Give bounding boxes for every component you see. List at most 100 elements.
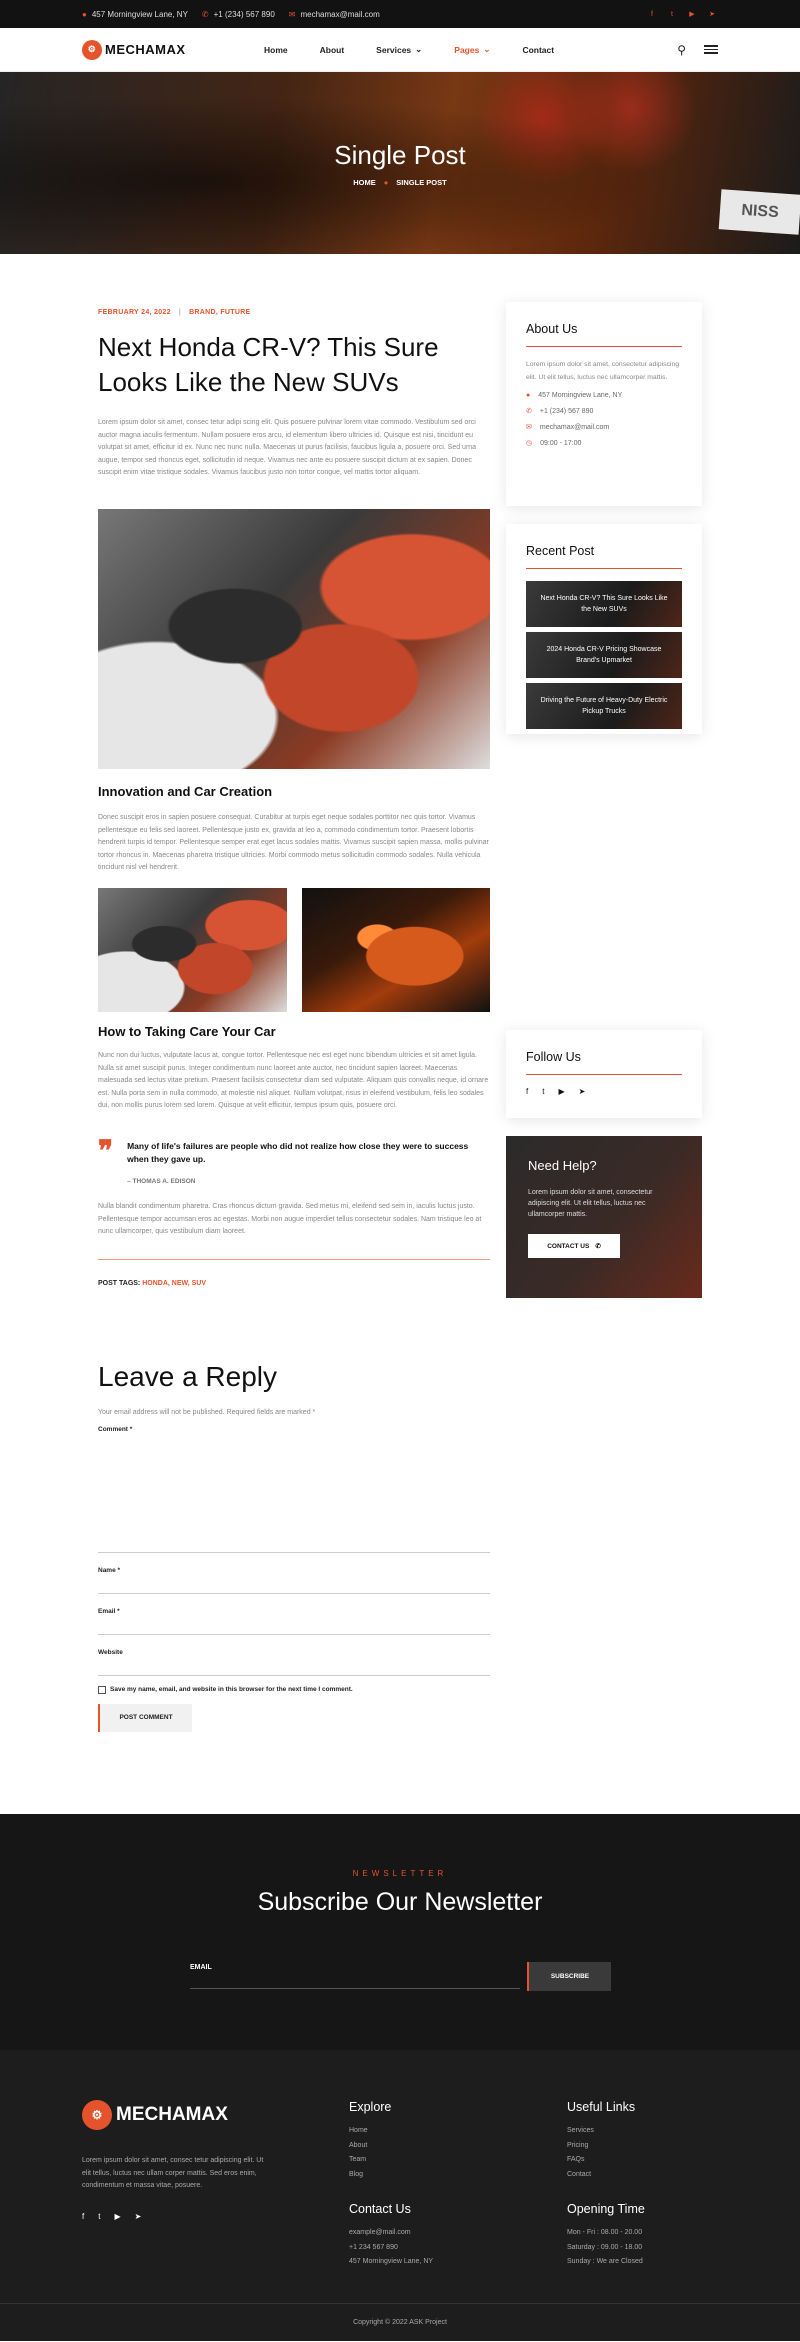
tags-list[interactable]: HONDA, NEW, SUV <box>142 1280 206 1287</box>
footer-links-title: Useful Links <box>567 2100 636 2114</box>
follow-widget-title: Follow Us <box>526 1050 682 1075</box>
about-email[interactable]: ✉ mechamax@mail.com <box>526 423 682 432</box>
website-field[interactable] <box>98 1656 490 1676</box>
subscribe-button[interactable]: SUBSCRIBE <box>527 1962 611 1991</box>
telegram-icon[interactable]: ➤ <box>706 8 718 20</box>
footer-link[interactable]: FAQs <box>567 2153 635 2168</box>
search-icon[interactable]: ⚲ <box>677 43 686 57</box>
nav-item-contact[interactable]: Contact <box>522 44 554 55</box>
email-label: Email * <box>98 1607 120 1615</box>
top-phone[interactable]: ✆ +1 (234) 567 890 <box>202 10 275 19</box>
phone-icon: ✆ <box>201 9 209 19</box>
innovation-heading: Innovation and Car Creation <box>98 784 273 799</box>
top-email-text: mechamax@mail.com <box>300 9 380 19</box>
contact-us-button[interactable]: CONTACT US ✆ <box>528 1234 620 1258</box>
about-widget-text: Lorem ipsum dolor sit amet, consectetur … <box>526 361 679 381</box>
nav-item-about[interactable]: About <box>320 44 345 55</box>
youtube-icon[interactable]: ▶ <box>558 1087 564 1096</box>
clock-icon: ◷ <box>526 440 533 447</box>
top-email[interactable]: ✉ mechamax@mail.com <box>289 10 380 19</box>
footer-link[interactable]: Pricing <box>567 2139 635 2154</box>
top-socials: f t ▶ ➤ <box>646 8 718 20</box>
brand-name: MECHAMAX <box>105 42 186 57</box>
nav-item-home[interactable]: Home <box>264 44 288 55</box>
breadcrumb-home[interactable]: HOME <box>353 178 376 187</box>
car-care-heading: How to Taking Care Your Car <box>98 1024 276 1039</box>
page-hero: NISS Single Post HOME ● SINGLE POST <box>0 72 800 254</box>
twitter-icon[interactable]: t <box>666 8 678 20</box>
email-field[interactable] <box>98 1615 490 1635</box>
footer-contact-phone[interactable]: +1 234 567 890 <box>349 2241 433 2256</box>
breadcrumb-current: SINGLE POST <box>396 178 447 187</box>
post-outro: Nulla blandit condimentum pharetra. Cras… <box>98 1203 482 1235</box>
twitter-icon[interactable]: t <box>98 2212 100 2221</box>
about-hours-text: 09:00 - 17:00 <box>540 439 582 447</box>
post-date[interactable]: FEBRUARY 24, 2022 <box>98 309 171 316</box>
chevron-down-icon: ⌄ <box>415 44 423 54</box>
nav-item-services[interactable]: Services ⌄ <box>376 44 422 55</box>
nav-item-label: Pages <box>454 44 480 55</box>
website-label: Website <box>98 1648 123 1656</box>
youtube-icon[interactable]: ▶ <box>114 2212 120 2221</box>
youtube-icon[interactable]: ▶ <box>686 8 698 20</box>
brand-logo[interactable]: ⚙ MECHAMAX <box>82 39 186 60</box>
footer-brand-name: MECHAMAX <box>116 2104 228 2125</box>
nav-item-pages[interactable]: Pages ⌄ <box>454 44 490 55</box>
footer-contact-title: Contact Us <box>349 2202 411 2216</box>
telegram-icon[interactable]: ➤ <box>579 1087 586 1096</box>
nav-item-label: About <box>319 44 345 55</box>
top-bar: ● 457 Morningview Lane, NY ✆ +1 (234) 567 … <box>0 0 800 28</box>
post-gallery-image-2 <box>302 888 490 1012</box>
recent-post-label: Driving the Future of Heavy-Duty Electri… <box>540 697 668 715</box>
about-email-text: mechamax@mail.com <box>539 423 610 431</box>
about-contact-list: ● 457 Morningview Lane, NY ✆ +1 (234) 567 … <box>526 392 682 447</box>
footer-link[interactable]: Services <box>567 2124 635 2139</box>
post-comment-button[interactable]: POST COMMENT <box>98 1703 192 1732</box>
footer-link[interactable]: About <box>349 2139 391 2154</box>
footer-useful-links: Useful Links Services Pricing FAQs Conta… <box>567 2100 635 2182</box>
post-main-image <box>98 509 490 769</box>
phone-icon: ✆ <box>526 408 532 415</box>
save-info-checkbox[interactable] <box>98 1685 106 1694</box>
telegram-icon[interactable]: ➤ <box>135 2212 142 2221</box>
car-care-paragraph: Nunc non dui luctus, vulputate lacus at,… <box>98 1052 489 1109</box>
comment-textarea[interactable] <box>98 1433 490 1553</box>
breadcrumb-separator-icon: ● <box>383 178 389 187</box>
newsletter-email-label: EMAIL <box>190 1964 212 1971</box>
name-field[interactable] <box>98 1574 490 1594</box>
quote-icon: ❞ <box>98 1135 114 1166</box>
recent-post-item[interactable]: 2024 Honda CR-V Pricing Showcase Brand's… <box>526 632 682 678</box>
hero-license-plate: NISS <box>718 189 800 235</box>
footer-link[interactable]: Team <box>349 2153 391 2168</box>
footer-logo[interactable]: ⚙ MECHAMAX <box>82 2100 228 2130</box>
twitter-icon[interactable]: t <box>542 1087 544 1096</box>
footer-hours: Opening Time Mon - Fri : 08.00 - 20.00 S… <box>567 2202 645 2270</box>
footer-link[interactable]: Blog <box>349 2168 391 2183</box>
facebook-icon[interactable]: f <box>526 1087 528 1096</box>
reply-form: Leave a Reply Your email address will no… <box>98 1361 490 1732</box>
newsletter-email-input[interactable] <box>190 1988 520 1989</box>
footer-contact-address: 457 Morningview Lane, NY <box>349 2258 434 2265</box>
recent-post-item[interactable]: Driving the Future of Heavy-Duty Electri… <box>526 683 682 729</box>
save-info-row: Save my name, email, and website in this… <box>98 1685 490 1694</box>
footer-contact-email[interactable]: example@mail.com <box>349 2226 433 2241</box>
contact-us-label: CONTACT US <box>547 1242 590 1250</box>
about-widget: About Us Lorem ipsum dolor sit amet, con… <box>506 302 702 506</box>
hamburger-menu-icon[interactable] <box>704 45 718 54</box>
nav-item-label: Contact <box>522 44 555 55</box>
newsletter-eyebrow: NEWSLETTER <box>352 1869 448 1878</box>
post-gallery-image-1 <box>98 888 287 1012</box>
about-phone[interactable]: ✆ +1 (234) 567 890 <box>526 407 682 416</box>
top-address: ● 457 Morningview Lane, NY <box>82 10 188 19</box>
facebook-icon[interactable]: f <box>82 2212 84 2221</box>
footer-link[interactable]: Contact <box>567 2168 635 2183</box>
footer-link[interactable]: Home <box>349 2124 391 2139</box>
recent-post-item[interactable]: Next Honda CR-V? This Sure Looks Like th… <box>526 581 682 627</box>
facebook-icon[interactable]: f <box>646 8 658 20</box>
recent-post-label: Next Honda CR-V? This Sure Looks Like th… <box>540 595 668 613</box>
post-categories[interactable]: BRAND, FUTURE <box>189 309 250 316</box>
footer-hours-row: Saturday : 09.00 - 18.00 <box>567 2243 643 2251</box>
recent-posts-widget: Recent Post Next Honda CR-V? This Sure L… <box>506 524 702 734</box>
tags-label: POST TAGS: <box>98 1280 141 1287</box>
footer-hours-title: Opening Time <box>567 2202 645 2216</box>
